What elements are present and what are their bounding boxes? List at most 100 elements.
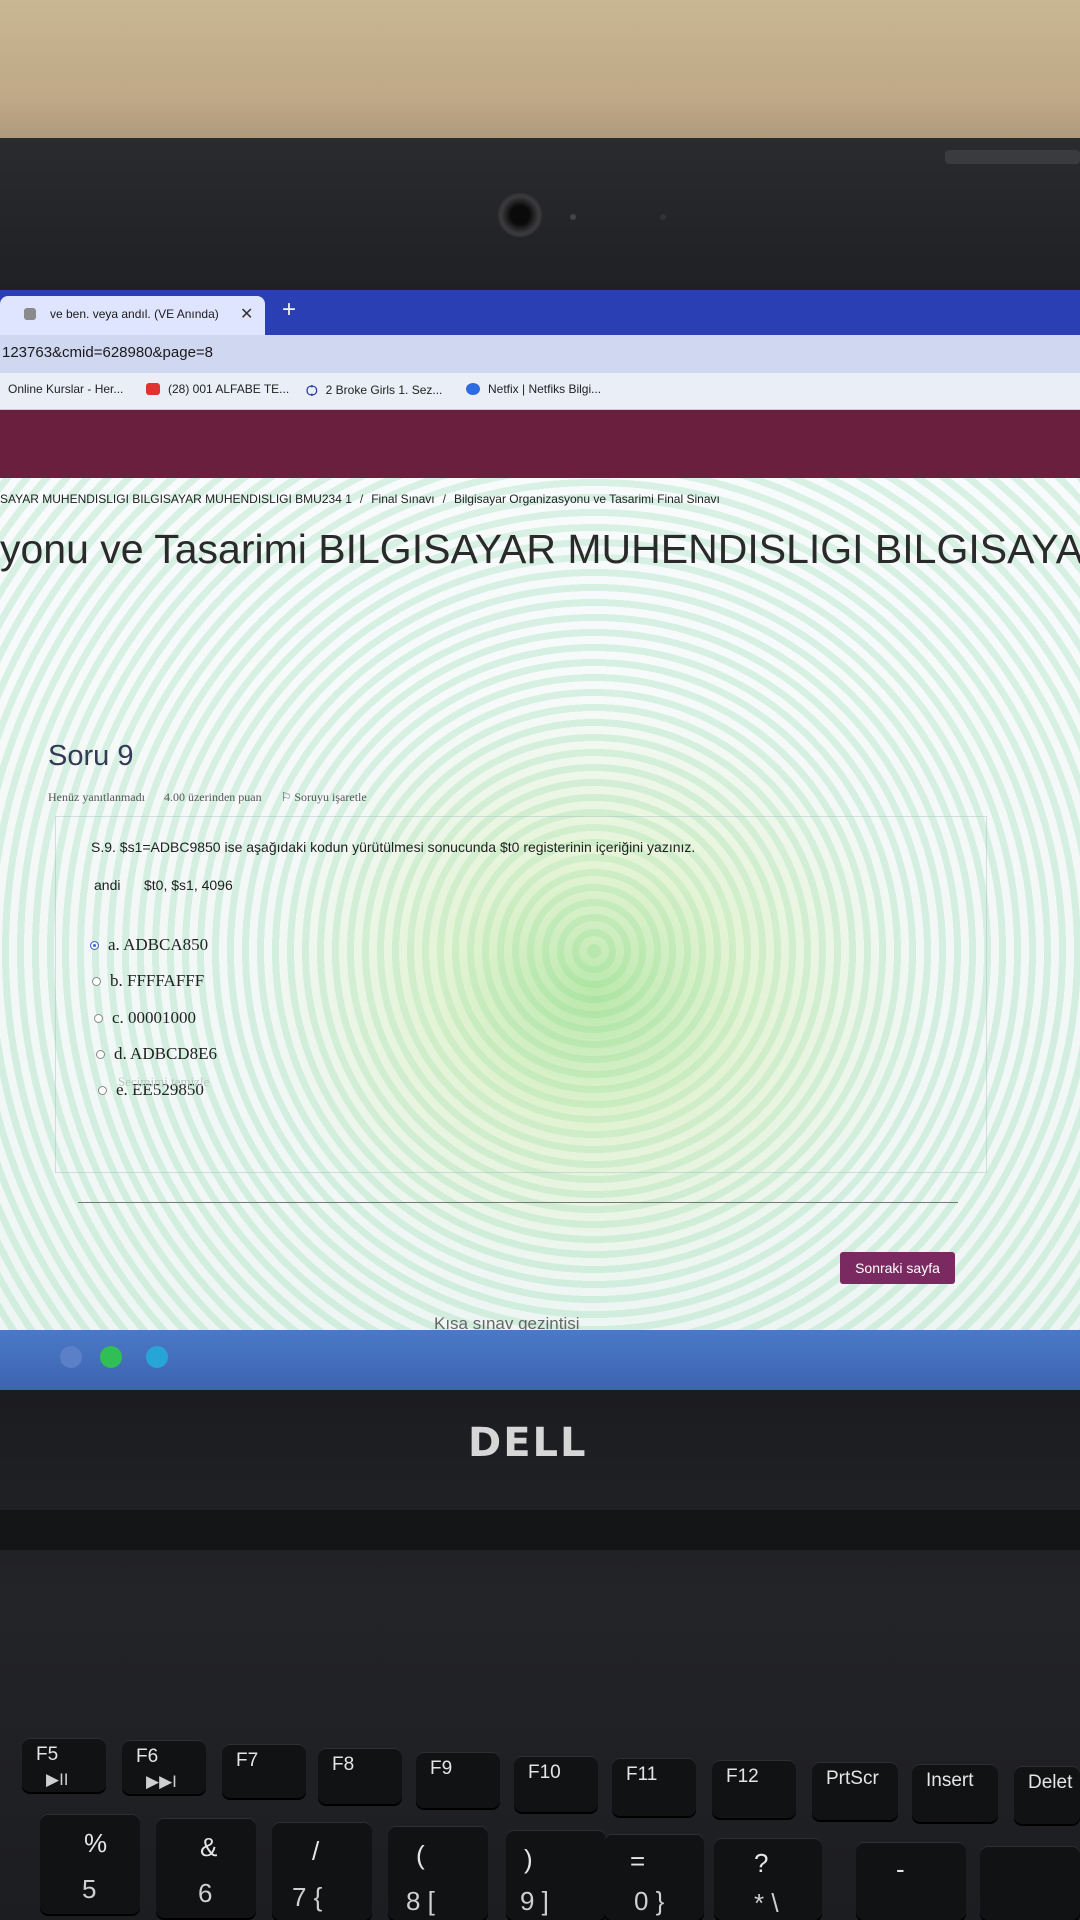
edge-icon[interactable] bbox=[146, 1346, 168, 1368]
key-0[interactable]: = 0 } bbox=[604, 1834, 704, 1920]
bookmarks-bar: Online Kurslar - Her... (28) 001 ALFABE … bbox=[0, 373, 1080, 410]
bookmark-label: Online Kurslar - Her... bbox=[8, 382, 124, 396]
key-label: & bbox=[200, 1832, 218, 1862]
bookmark-alfabe[interactable]: (28) 001 ALFABE TE... bbox=[146, 382, 289, 396]
key-f11[interactable]: F11 bbox=[612, 1758, 696, 1816]
key-label: F5 bbox=[36, 1744, 59, 1765]
question-status: Henüz yanıtlanmadı bbox=[48, 790, 145, 804]
key-sub-label: 0 } bbox=[634, 1886, 665, 1916]
answer-option-b[interactable]: b. FFFFAFFF bbox=[92, 971, 204, 991]
brand-logo: DELL bbox=[468, 1420, 588, 1466]
breadcrumb-separator: / bbox=[359, 492, 364, 506]
whatsapp-icon[interactable] bbox=[100, 1346, 122, 1368]
key-sub-label: ▶II bbox=[46, 1770, 69, 1789]
key-f12[interactable]: F12 bbox=[712, 1760, 796, 1818]
key-f10[interactable]: F10 bbox=[514, 1756, 598, 1812]
key-insert[interactable]: Insert bbox=[912, 1764, 998, 1822]
key-label: % bbox=[84, 1828, 108, 1858]
answer-label: c. 00001000 bbox=[112, 1008, 197, 1027]
radio-icon[interactable] bbox=[94, 1013, 103, 1023]
tab-favicon-icon bbox=[24, 308, 36, 320]
taskbar bbox=[0, 1330, 1080, 1390]
player-icon: Ѻ bbox=[306, 382, 318, 398]
key-f8[interactable]: F8 bbox=[318, 1748, 402, 1804]
question-number: Soru 9 bbox=[48, 740, 134, 772]
breadcrumb-separator: / bbox=[442, 492, 446, 506]
browser-tab-bar: ve ben. veya andıl. (VE Anında) ✕ + bbox=[0, 290, 1080, 335]
key-label: F7 bbox=[236, 1750, 259, 1771]
key-label: Insert bbox=[926, 1770, 974, 1791]
key-label: PrtScr bbox=[826, 1768, 879, 1789]
answer-label: a. ADBCA850 bbox=[108, 935, 209, 954]
key-label: F9 bbox=[430, 1758, 453, 1779]
key-sub-label: ▶▶I bbox=[146, 1772, 177, 1791]
tab-title: ve ben. veya andıl. (VE Anında) bbox=[50, 307, 219, 321]
bookmark-online-kurslar[interactable]: Online Kurslar - Her... bbox=[8, 382, 123, 396]
answer-option-a[interactable]: a. ADBCA850 bbox=[90, 935, 208, 955]
question-points: 4.00 üzerinden puan bbox=[163, 790, 262, 804]
radio-icon[interactable] bbox=[96, 1049, 105, 1059]
laptop-screen: ve ben. veya andıl. (VE Anında) ✕ + 1237… bbox=[0, 290, 1080, 1390]
key-f7[interactable]: F7 bbox=[222, 1744, 306, 1798]
flag-question[interactable]: ⚐ Soruyu işaretle bbox=[281, 790, 383, 804]
answer-label: d. ADBCD8E6 bbox=[114, 1044, 217, 1063]
youtube-icon bbox=[146, 383, 160, 395]
code-line: andi $t0, $s1, 4096 bbox=[94, 877, 233, 893]
next-page-button[interactable]: Sonraki sayfa bbox=[840, 1252, 955, 1284]
bookmark-2-broke-girls[interactable]: Ѻ 2 Broke Girls 1. Sez... bbox=[306, 382, 442, 398]
clear-choice-link[interactable]: Seçimimi temizle bbox=[118, 1074, 209, 1090]
site-header bbox=[0, 410, 1080, 478]
breadcrumb-exam[interactable]: Bilgisayar Organizasyonu ve Tasarimi Fin… bbox=[454, 492, 720, 506]
code-args: $t0, $s1, 4096 bbox=[144, 877, 233, 893]
key-question[interactable]: ? * \ bbox=[714, 1838, 822, 1920]
radio-icon[interactable] bbox=[92, 976, 101, 986]
camera-light bbox=[660, 214, 666, 220]
question-text: S.9. $s1=ADBC9850 ise aşağıdaki kodun yü… bbox=[91, 839, 696, 855]
key-prtscr[interactable]: PrtScr bbox=[812, 1762, 898, 1820]
key-6[interactable]: & 6 bbox=[156, 1818, 256, 1918]
key-9[interactable]: ) 9 ] bbox=[506, 1830, 606, 1920]
breadcrumb-final[interactable]: Final Sınavı bbox=[371, 492, 434, 506]
key-sub-label: 6 bbox=[198, 1878, 213, 1908]
key-label: F8 bbox=[332, 1754, 355, 1775]
key-7[interactable]: / 7 { bbox=[272, 1822, 372, 1920]
key-f9[interactable]: F9 bbox=[416, 1752, 500, 1808]
key-label: ? bbox=[754, 1848, 769, 1878]
key-5[interactable]: % 5 bbox=[40, 1814, 140, 1914]
breadcrumb-course[interactable]: SAYAR MUHENDISLIGI BILGISAYAR MUHENDISLI… bbox=[0, 492, 352, 506]
network-icon[interactable] bbox=[60, 1346, 82, 1368]
new-tab-button[interactable]: + bbox=[282, 296, 296, 324]
url-text: 123763&cmid=628980&page=8 bbox=[2, 344, 214, 361]
key-sub-label: 9 ] bbox=[520, 1886, 549, 1916]
answer-option-d[interactable]: d. ADBCD8E6 bbox=[96, 1044, 217, 1064]
bookmark-label: Netfix | Netfiks Bilgi... bbox=[488, 382, 602, 396]
bookmark-netfix[interactable]: Netfix | Netfiks Bilgi... bbox=[466, 382, 601, 396]
camera-sensor bbox=[570, 214, 576, 220]
key-label: F10 bbox=[528, 1762, 561, 1783]
key-sub-label: 8 [ bbox=[406, 1886, 435, 1916]
page-content: SAYAR MUHENDISLIGI BILGISAYAR MUHENDISLI… bbox=[0, 478, 1080, 1338]
question-info: Henüz yanıtlanmadı 4.00 üzerinden puan ⚐… bbox=[48, 790, 399, 805]
breadcrumb: SAYAR MUHENDISLIGI BILGISAYAR MUHENDISLI… bbox=[0, 492, 720, 506]
key-sub-label: 5 bbox=[82, 1874, 97, 1904]
key-dash[interactable]: - bbox=[856, 1842, 966, 1920]
address-bar[interactable]: 123763&cmid=628980&page=8 bbox=[0, 335, 1080, 373]
close-tab-icon[interactable]: ✕ bbox=[240, 304, 253, 324]
answer-option-c[interactable]: c. 00001000 bbox=[94, 1008, 196, 1028]
key-delete[interactable]: Delet bbox=[1014, 1766, 1080, 1824]
check-badge-icon bbox=[466, 383, 480, 395]
key-8[interactable]: (8 [ bbox=[388, 1826, 488, 1920]
question-box: S.9. $s1=ADBC9850 ise aşağıdaki kodun yü… bbox=[55, 816, 987, 1173]
key-label: F11 bbox=[626, 1764, 658, 1785]
key-sub-label: 7 { bbox=[292, 1882, 323, 1912]
key-label: = bbox=[630, 1846, 646, 1876]
key-f5[interactable]: F5 ▶II bbox=[22, 1738, 106, 1792]
key-f6[interactable]: F6 ▶▶I bbox=[122, 1740, 206, 1794]
bezel-edge bbox=[945, 150, 1080, 164]
key-backspace[interactable] bbox=[980, 1846, 1080, 1920]
bookmark-label: (28) 001 ALFABE TE... bbox=[168, 382, 290, 396]
radio-icon[interactable] bbox=[98, 1085, 107, 1095]
browser-tab[interactable]: ve ben. veya andıl. (VE Anında) ✕ bbox=[0, 296, 265, 335]
wall-background bbox=[0, 0, 1080, 160]
radio-selected-icon[interactable] bbox=[90, 940, 99, 950]
